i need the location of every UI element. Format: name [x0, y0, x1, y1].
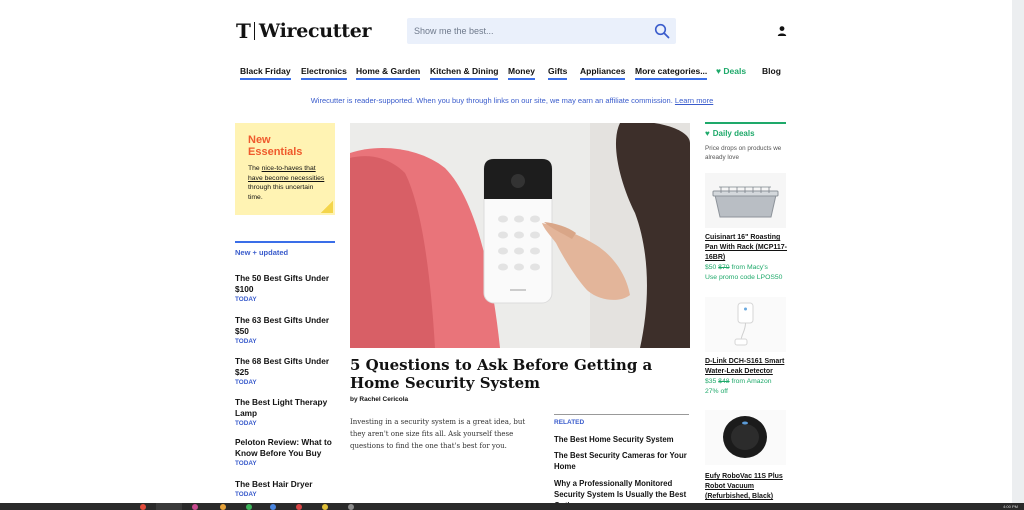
article-title[interactable]: The Best Hair Dryer	[235, 479, 335, 490]
deal-price: $50 $70 from Macy's Use promo code LPOS5…	[705, 263, 787, 283]
deal-title[interactable]: D-Link DCH-S161 Smart Water-Leak Detecto…	[705, 357, 787, 377]
nav-money[interactable]: Money	[508, 66, 535, 80]
deal-price: $35 $48 from Amazon 27% off	[705, 377, 787, 397]
security-keypad-photo	[350, 123, 690, 348]
app-icon[interactable]	[220, 504, 226, 510]
deal-price-old: $48	[718, 378, 730, 385]
deal-price-current: $35	[705, 378, 717, 385]
logo-text: Wirecutter	[258, 20, 372, 42]
nav-appliances[interactable]: Appliances	[580, 66, 626, 80]
list-item[interactable]: The Best Hair Dryer TODAY	[235, 479, 335, 499]
article-date: TODAY	[235, 338, 257, 345]
os-taskbar: 4:00 PM	[0, 503, 1024, 510]
roasting-pan-photo	[705, 173, 786, 228]
search-button[interactable]	[654, 23, 670, 39]
article-title[interactable]: The 50 Best Gifts Under $100	[235, 273, 335, 295]
deal-image[interactable]	[705, 410, 786, 465]
related-label: RELATED	[554, 419, 585, 426]
daily-deals-label: Daily deals	[712, 129, 755, 138]
deal-price-old: $70	[718, 264, 730, 271]
nav-more-categories[interactable]: More categories...	[635, 66, 708, 80]
search-bar	[407, 18, 676, 44]
deal-source: from Macy's	[729, 264, 768, 271]
article-date: TODAY	[235, 460, 257, 467]
user-icon	[777, 26, 787, 36]
promo-body: The nice-to-haves that have become neces…	[248, 164, 326, 202]
search-input[interactable]	[414, 18, 644, 44]
article-title[interactable]: Peloton Review: What to Know Before You …	[235, 437, 335, 459]
app-icon[interactable]	[192, 504, 198, 510]
deal-image[interactable]	[705, 297, 786, 352]
page: T Wirecutter Black Friday Electronics Ho…	[0, 0, 1024, 503]
article-title[interactable]: The 68 Best Gifts Under $25	[235, 356, 335, 378]
taskbar-clock: 4:00 PM	[1003, 504, 1018, 509]
article-date: TODAY	[235, 420, 257, 427]
feature-dek: Investing in a security system is a grea…	[350, 418, 526, 450]
deal-promo-code: Use promo code LPOS50	[705, 274, 783, 281]
nav-gifts[interactable]: Gifts	[548, 66, 568, 80]
article-title[interactable]: The Best Light Therapy Lamp	[235, 397, 335, 419]
logo-divider	[253, 22, 255, 40]
affiliate-notice: Wirecutter is reader-supported. When you…	[0, 96, 1024, 105]
nav-home-garden[interactable]: Home & Garden	[356, 66, 421, 80]
affiliate-text: Wirecutter is reader-supported. When you…	[310, 96, 673, 105]
byline: by Rachel Cericola	[350, 396, 409, 403]
list-item[interactable]: The 63 Best Gifts Under $50 TODAY	[235, 315, 335, 346]
daily-deals-subtitle: Price drops on products we already love	[705, 145, 782, 161]
list-item[interactable]: The 50 Best Gifts Under $100 TODAY	[235, 273, 335, 304]
robot-vacuum-photo	[705, 410, 786, 465]
learn-more-link[interactable]: Learn more	[675, 96, 713, 105]
app-icon[interactable]	[348, 504, 354, 510]
scrollbar-gutter[interactable]	[1012, 0, 1024, 503]
app-icon[interactable]	[246, 504, 252, 510]
deal-image[interactable]	[705, 173, 786, 228]
wirecutter-logo[interactable]: T Wirecutter	[236, 19, 372, 43]
article-date: TODAY	[235, 296, 257, 303]
related-section: RELATED The Best Home Security System Th…	[554, 414, 689, 503]
water-leak-detector-photo	[705, 297, 786, 352]
daily-deals-title[interactable]: ♥ Daily deals	[705, 129, 786, 138]
promo-body-pre: The	[248, 165, 262, 172]
deal-title[interactable]: Cuisinart 16" Roasting Pan With Rack (MC…	[705, 233, 787, 263]
promo-title: New Essentials	[248, 134, 303, 158]
list-item[interactable]: Peloton Review: What to Know Before You …	[235, 437, 335, 468]
deal-price-current: $50	[705, 264, 717, 271]
deal-discount: 27% off	[705, 388, 728, 395]
nav-electronics[interactable]: Electronics	[301, 66, 347, 80]
nyt-logo-mark: T	[236, 19, 251, 43]
related-link[interactable]: The Best Security Cameras for Your Home	[554, 450, 689, 472]
feature-headline[interactable]: 5 Questions to Ask Before Getting a Home…	[350, 356, 690, 392]
deal-title[interactable]: Eufy RoboVac 11S Plus Robot Vacuum (Refu…	[705, 472, 787, 502]
search-icon	[654, 23, 670, 39]
nav-deals-label: Deals	[723, 66, 747, 76]
deal-source: from Amazon	[729, 378, 772, 385]
list-item[interactable]: The Best Light Therapy Lamp TODAY	[235, 397, 335, 428]
nav-black-friday[interactable]: Black Friday	[240, 66, 291, 80]
app-icon[interactable]	[296, 504, 302, 510]
page-fold-icon	[321, 201, 333, 213]
new-updated-heading: New + updated	[235, 241, 335, 257]
app-icon[interactable]	[270, 504, 276, 510]
nav-blog[interactable]: Blog	[762, 66, 781, 78]
list-item[interactable]: The 68 Best Gifts Under $25 TODAY	[235, 356, 335, 387]
account-button[interactable]	[776, 24, 788, 36]
hero-image[interactable]	[350, 123, 690, 348]
promo-body-post: through this uncertain time.	[248, 184, 314, 201]
heart-icon: ♥	[705, 129, 710, 138]
nav-deals[interactable]: ♥ Deals	[716, 66, 746, 78]
related-link[interactable]: The Best Home Security System	[554, 434, 689, 445]
article-date: TODAY	[235, 491, 257, 498]
app-icon[interactable]	[322, 504, 328, 510]
article-title[interactable]: The 63 Best Gifts Under $50	[235, 315, 335, 337]
new-essentials-card[interactable]: New Essentials The nice-to-haves that ha…	[235, 123, 335, 215]
daily-deals-header: ♥ Daily deals Price drops on products we…	[705, 122, 786, 162]
app-icon[interactable]	[140, 504, 146, 510]
heart-icon: ♥	[716, 66, 722, 76]
nav-kitchen-dining[interactable]: Kitchen & Dining	[430, 66, 499, 80]
taskbar-active-app[interactable]	[156, 503, 182, 510]
article-date: TODAY	[235, 379, 257, 386]
related-link[interactable]: Why a Professionally Monitored Security …	[554, 478, 689, 503]
